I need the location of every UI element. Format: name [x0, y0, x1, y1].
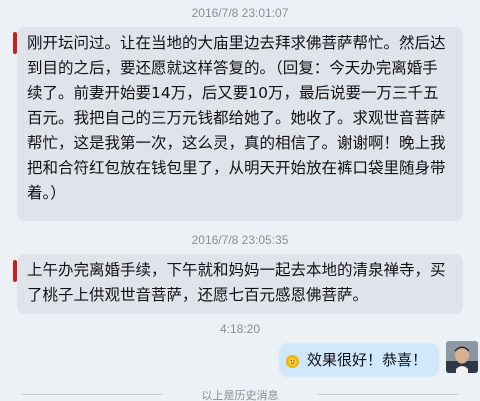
outgoing-message-text: 效果很好！恭喜！ — [306, 351, 427, 369]
message-timestamp: 2016/7/8 23:05:35 — [191, 233, 289, 247]
user-avatar-icon — [446, 341, 478, 373]
history-divider: 以上是历史消息 — [0, 387, 480, 401]
sun-icon — [285, 354, 300, 369]
message-line: 着。） — [27, 184, 66, 202]
message-line: 把和合符红包放在钱包里了，从明天开始放在裤口袋里随身带 — [27, 159, 446, 177]
message-line: 上午办完离婚手续，下午就和妈妈一起去本地的清泉禅寺，买 — [27, 261, 446, 279]
message-timestamp: 2016/7/8 23:01:07 — [191, 6, 289, 20]
avatar[interactable] — [446, 341, 478, 373]
outgoing-message-bubble[interactable]: 效果很好！恭喜！ — [278, 343, 439, 377]
message-line: 帮忙，这是我第一次，这么灵，真的相信了。谢谢啊！晚上我 — [27, 134, 446, 152]
message-bubble[interactable]: 刚开坛问过。让在当地的大庙里边去拜求佛菩萨帮忙。然后达 到目的之后，要还愿就这样… — [17, 27, 463, 221]
message-line: 刚开坛问过。让在当地的大庙里边去拜求佛菩萨帮忙。然后达 — [27, 34, 446, 52]
message-line: 续了。前妻开始要14万，后又要10万，最后说要一万三千五 — [27, 84, 439, 102]
message-bubble[interactable]: 上午办完离婚手续，下午就和妈妈一起去本地的清泉禅寺，买 了桃子上供观世音菩萨，还… — [17, 254, 463, 314]
message-line: 百元。我把自己的三万元钱都给她了。她收了。求观世音菩萨 — [27, 109, 446, 127]
message-line: 了桃子上供观世音菩萨，还愿七百元感恩佛菩萨。 — [27, 286, 369, 304]
message-timestamp: 4:18:20 — [219, 322, 261, 336]
history-divider-label: 以上是历史消息 — [201, 389, 279, 401]
message-line: 到目的之后，要还愿就这样答复的。（回复：今天办完离婚手 — [27, 59, 438, 77]
